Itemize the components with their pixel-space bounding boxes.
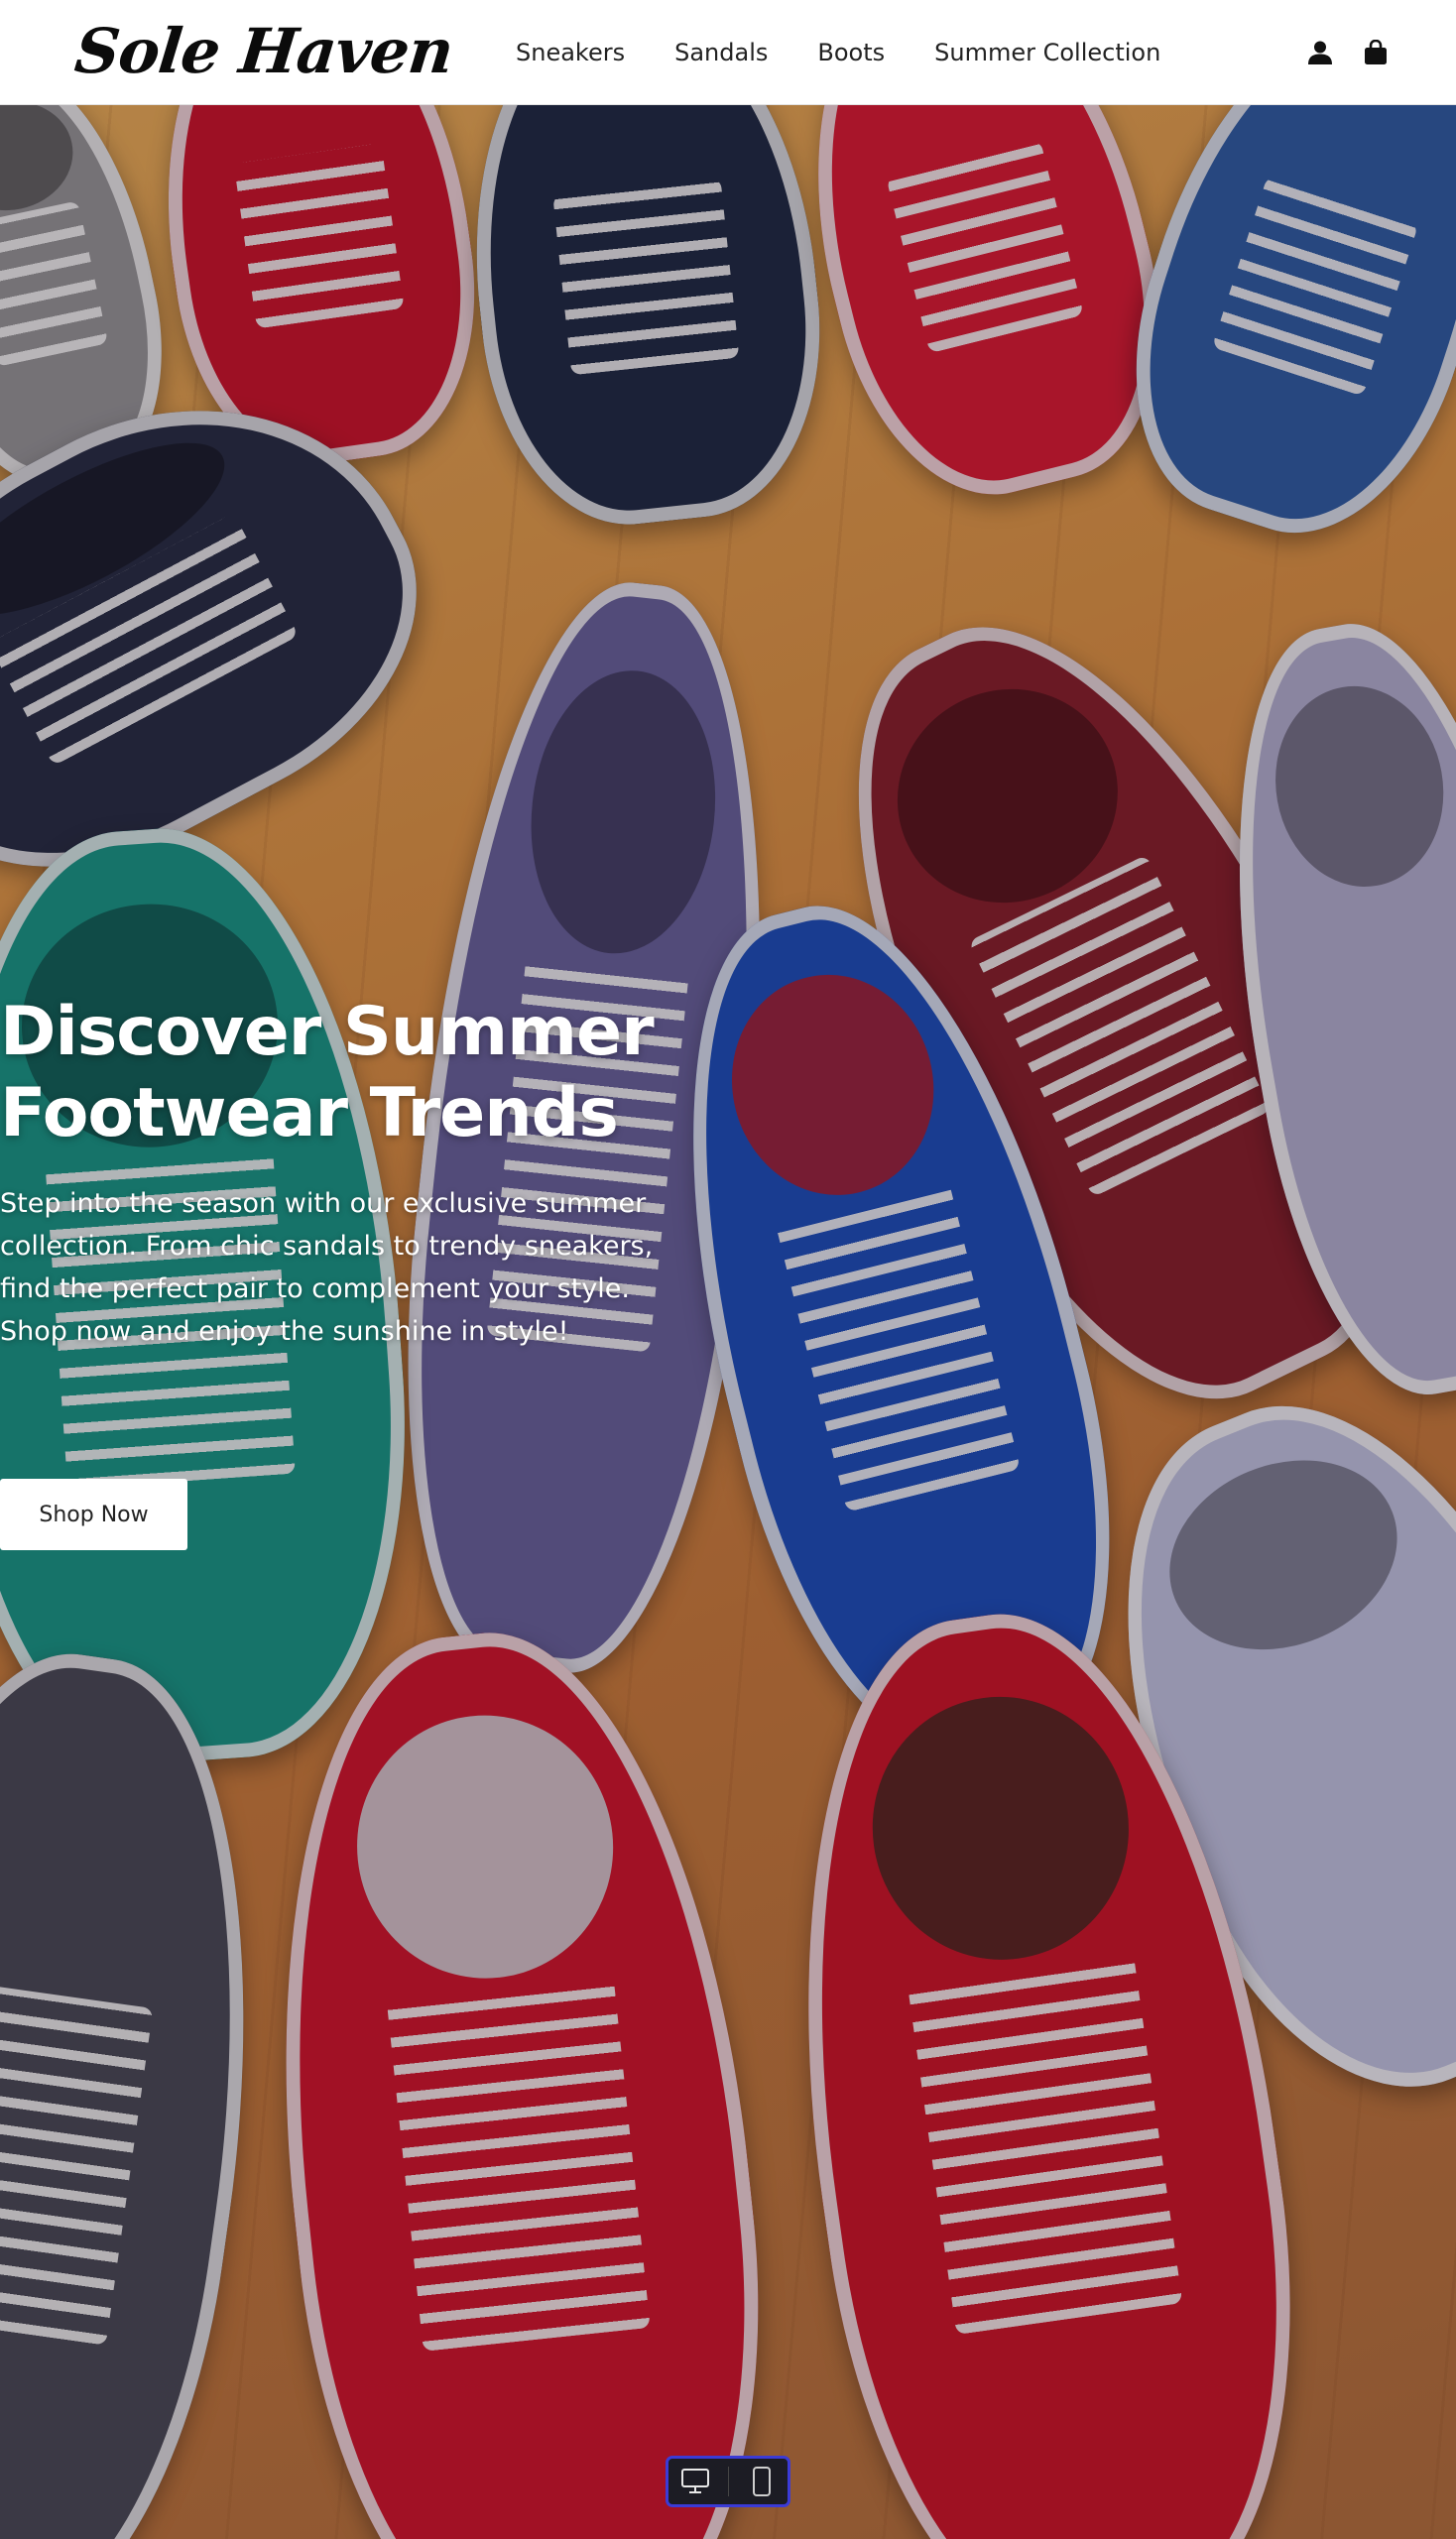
site-logo[interactable]: Sole Haven <box>71 14 456 89</box>
shopping-bag-icon[interactable] <box>1361 38 1391 67</box>
device-preview-toggle <box>666 2456 790 2507</box>
toggle-divider <box>727 2467 729 2496</box>
header-actions <box>1305 0 1391 105</box>
nav-link-sandals[interactable]: Sandals <box>674 39 768 66</box>
main-nav: Sneakers Sandals Boots Summer Collection <box>516 0 1160 105</box>
desktop-icon[interactable] <box>675 2462 715 2501</box>
hero-title: Discover Summer Footwear Trends <box>0 993 655 1152</box>
hero-description: Step into the season with our exclusive … <box>0 1188 654 1347</box>
mobile-icon[interactable] <box>742 2462 782 2501</box>
shop-now-button[interactable]: Shop Now <box>0 1479 187 1550</box>
site-header: Sole Haven Sneakers Sandals Boots Summer… <box>0 0 1456 105</box>
nav-link-sneakers[interactable]: Sneakers <box>516 39 625 66</box>
nav-link-boots[interactable]: Boots <box>817 39 885 66</box>
nav-link-summer-collection[interactable]: Summer Collection <box>934 39 1160 66</box>
user-icon[interactable] <box>1305 38 1335 67</box>
